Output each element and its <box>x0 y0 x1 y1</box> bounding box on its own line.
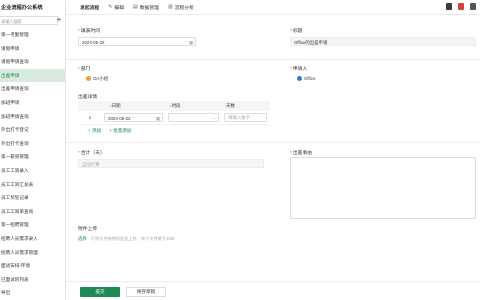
column-period: * 时段 <box>170 103 181 109</box>
reason-label: *出差事由 <box>290 151 313 156</box>
detail-actions: + 添加 + 批量添加 <box>88 128 132 134</box>
top-icons <box>446 3 476 10</box>
title-field[interactable]: Office的出差申请 <box>290 37 476 46</box>
sidebar-item[interactable]: 外出打卡查询 <box>0 137 65 151</box>
fill-time-label: *填表时间 <box>78 29 101 34</box>
toolbar-tab[interactable]: ▥ 流程分析 <box>168 4 194 11</box>
fill-time-field[interactable]: 2024-05-22 ▦ <box>78 37 196 46</box>
tab-label: 编辑 <box>114 5 125 11</box>
department-label: *部门 <box>78 67 91 72</box>
sidebar-item[interactable]: 第一考勤管理 <box>0 28 65 42</box>
sidebar-item[interactable]: 请假申请查询 <box>0 55 65 69</box>
app-window: 企业流程办公系统 请输入搜索 + 第一考勤管理 请假申请 请假申请查询 出差申请 出差申… <box>0 0 480 300</box>
column-days: 天数 <box>226 103 235 108</box>
applicant-chip[interactable]: Office <box>297 74 315 83</box>
row-date-input[interactable]: 2024-05-22 ▦ <box>104 113 163 122</box>
row-days-input[interactable]: 请输入数字 <box>224 113 267 122</box>
sidebar-item[interactable]: 招聘人员需求录入 <box>0 232 65 246</box>
reason-textarea[interactable] <box>290 157 476 219</box>
toolbar-tab[interactable]: ▤ 数据管理 <box>133 4 159 11</box>
department-chip[interactable]: OA小组 <box>86 74 108 83</box>
sidebar-item[interactable]: 加班申请查询 <box>0 110 65 124</box>
submit-button[interactable]: 提交 <box>80 287 120 297</box>
form-area: *填表时间 2024-05-22 ▦ *标题 Office的出差申请 *部门 OA… <box>66 15 480 300</box>
total-field[interactable]: 自动计算 <box>78 159 264 168</box>
sidebar-item[interactable]: 出差申请查询 <box>0 82 65 96</box>
row-days-cell: 请输入数字 <box>222 111 270 124</box>
divider <box>66 59 480 60</box>
notebook-icon[interactable] <box>446 3 452 10</box>
notification-icon[interactable] <box>458 3 464 10</box>
sidebar-item[interactable]: 第一招聘管理 <box>0 218 65 232</box>
toolbar-tab[interactable]: 发起流程 <box>80 4 99 11</box>
sidebar-item[interactable]: 已面试的列表 <box>0 273 65 287</box>
row-period-cell: ⌄ <box>166 111 222 124</box>
sidebar-item[interactable]: 加班申请 <box>0 96 65 110</box>
tab-label: 数据管理 <box>139 5 159 11</box>
tab-icon: ✎ <box>108 4 113 10</box>
sidebar-item[interactable]: 招聘人员需求管理 <box>0 246 65 260</box>
sidebar-item[interactable]: 员工工资录入 <box>0 164 65 178</box>
tab-icon: ▥ <box>167 4 173 10</box>
sidebar-item[interactable]: 第一薪资管理 <box>0 150 65 164</box>
add-icon[interactable]: + <box>55 15 63 25</box>
sidebar-search: 请输入搜索 + <box>0 15 65 26</box>
row-index: 1 <box>88 115 92 120</box>
detail-table: * 日期 * 时段 天数 1 2024-05-22 ▦ ⌄ 请输入数字 <box>78 101 270 125</box>
column-index <box>78 101 102 111</box>
divider <box>66 142 480 143</box>
sidebar-item[interactable]: 导出 <box>0 286 65 300</box>
batch-add-link[interactable]: + 批量添加 <box>109 128 131 134</box>
detail-table-header: * 日期 * 时段 天数 <box>78 101 270 111</box>
avatar <box>297 76 302 81</box>
user-menu-icon[interactable] <box>470 3 476 10</box>
tab-label: 流程分析 <box>174 5 194 11</box>
toolbar-tabs: 发起流程 ✎ 编辑 ▤ 数据管理 ▥ 流程分析 <box>66 4 194 11</box>
sidebar: 企业流程办公系统 请输入搜索 + 第一考勤管理 请假申请 请假申请查询 出差申请 出差申… <box>0 0 66 300</box>
save-draft-button[interactable]: 保存草稿 <box>126 287 166 297</box>
attachment-label: 附件上传 <box>78 227 98 232</box>
sidebar-item[interactable]: 请假申请 <box>0 42 65 56</box>
department-icon <box>86 76 91 81</box>
upload-hint: 可将文件拖拽到此处上传，单个文件最大10M <box>90 236 175 241</box>
sidebar-item[interactable]: 员工奖惩记录 <box>0 191 65 205</box>
sidebar-item[interactable]: 出差申请 <box>0 68 65 83</box>
app-title: 企业流程办公系统 <box>1 5 43 11</box>
attachment-upload: 选择 可将文件拖拽到此处上传，单个文件最大10M <box>78 236 174 242</box>
row-period-select[interactable]: ⌄ <box>168 113 219 122</box>
table-row: 1 2024-05-22 ▦ ⌄ 请输入数字 <box>78 111 270 125</box>
row-date-cell: 2024-05-22 ▦ <box>102 111 166 124</box>
toolbar-tab[interactable]: ✎ 编辑 <box>108 4 124 11</box>
sidebar-item[interactable]: 员工工资汇总表 <box>0 178 65 192</box>
tab-icon: ▤ <box>133 4 138 10</box>
calendar-icon: ▦ <box>188 39 193 45</box>
sidebar-item[interactable]: 面试安排-环境 <box>0 259 65 273</box>
column-date: * 日期 <box>110 103 121 109</box>
sidebar-nav: 第一考勤管理 请假申请 请假申请查询 出差申请 出差申请查询 加班申请 加班申请查询 外出打卡… <box>0 28 65 300</box>
add-row-link[interactable]: + 添加 <box>88 128 101 134</box>
sidebar-item[interactable]: 员工工资单查询 <box>0 205 65 219</box>
sidebar-search-input[interactable]: 请输入搜索 <box>0 16 58 25</box>
applicant-label: *申请人 <box>290 67 308 72</box>
detail-label: 出差详情 <box>78 95 98 100</box>
calendar-icon: ▦ <box>155 115 160 121</box>
total-label: *合计（天） <box>78 151 105 156</box>
tab-label: 发起流程 <box>80 5 100 11</box>
upload-button[interactable]: 选择 <box>78 236 87 242</box>
top-toolbar: 发起流程 ✎ 编辑 ▤ 数据管理 ▥ 流程分析 <box>66 0 480 15</box>
chevron-down-icon: ⌄ <box>212 115 216 120</box>
form-footer: 提交 保存草稿 <box>66 281 480 300</box>
title-label: *标题 <box>290 29 303 34</box>
sidebar-item[interactable]: 外出打卡登记 <box>0 123 65 137</box>
